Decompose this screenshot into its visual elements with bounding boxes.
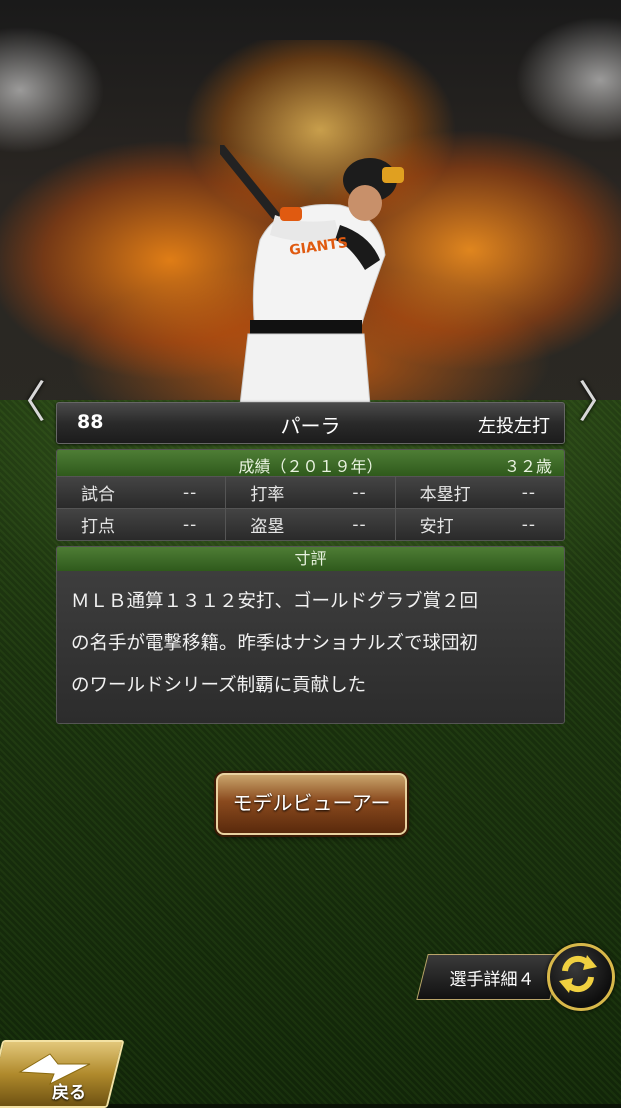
player-name-bar: 88 パーラ 左投左打 xyxy=(56,402,565,444)
stats-header: 成績（２０１９年） ３２歳 xyxy=(57,450,564,476)
review-line: ＭＬＢ通算１３１２安打、ゴールドグラブ賞２回 xyxy=(71,591,479,612)
stat-value: -- xyxy=(352,514,367,535)
stat-stolen-bases: 盗塁 -- xyxy=(226,509,396,540)
stat-label: 打率 xyxy=(250,485,285,505)
stat-rbi: 打点 -- xyxy=(57,509,227,540)
stat-label: 安打 xyxy=(419,517,454,537)
throw-bat-handedness: 左投左打 xyxy=(478,416,550,437)
stat-label: 試合 xyxy=(81,485,115,505)
stat-label: 本塁打 xyxy=(419,485,471,505)
stats-row: 打点 -- 盗塁 -- 安打 -- xyxy=(57,508,564,540)
stat-home-runs: 本塁打 -- xyxy=(395,477,564,508)
review-line: のワールドシリーズ制覇に貢献した xyxy=(71,675,367,696)
stat-hits: 安打 -- xyxy=(395,509,564,540)
review-header: 寸評 xyxy=(57,547,564,571)
stat-value: -- xyxy=(352,482,367,503)
player-age: ３２歳 xyxy=(503,457,552,476)
player-detail-label[interactable]: 選手詳細４ xyxy=(432,965,552,990)
review-text: ＭＬＢ通算１３１２安打、ゴールドグラブ賞２回 の名手が電撃移籍。昨季はナショナル… xyxy=(57,571,564,707)
stats-row: 試合 -- 打率 -- 本塁打 -- xyxy=(57,476,564,508)
stat-value: -- xyxy=(521,514,536,535)
stats-panel: 成績（２０１９年） ３２歳 試合 -- 打率 -- 本塁打 -- 打点 -- 盗… xyxy=(56,449,565,541)
back-label[interactable]: 戻る xyxy=(52,1078,86,1103)
stat-value: -- xyxy=(521,482,536,503)
review-panel: 寸評 ＭＬＢ通算１３１２安打、ゴールドグラブ賞２回 の名手が電撃移籍。昨季はナシ… xyxy=(56,546,565,724)
model-viewer-button[interactable]: モデルビューアー xyxy=(216,773,407,835)
stats-title: 成績（２０１９年） xyxy=(238,457,383,476)
stat-label: 盗塁 xyxy=(250,517,285,537)
next-player-chevron-right-icon[interactable]: 〉 xyxy=(578,378,621,428)
stat-label: 打点 xyxy=(81,517,115,537)
stat-value: -- xyxy=(183,482,198,503)
review-line: の名手が電撃移籍。昨季はナショナルズで球団初 xyxy=(71,633,479,654)
stat-value: -- xyxy=(183,514,198,535)
player-image: GIANTS xyxy=(220,145,404,405)
cycle-arrows-icon[interactable] xyxy=(547,943,615,1011)
prev-player-chevron-left-icon[interactable]: 〈 xyxy=(2,378,46,428)
stat-games: 試合 -- xyxy=(57,477,227,508)
stat-batting-average: 打率 -- xyxy=(226,477,396,508)
